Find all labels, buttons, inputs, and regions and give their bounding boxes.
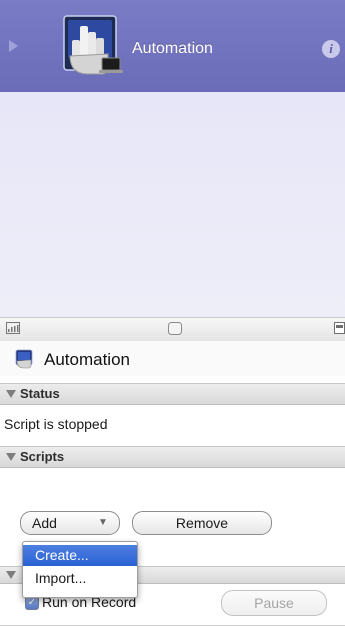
menu-item-create[interactable]: Create... [23, 545, 137, 566]
add-button-label: Add [32, 515, 57, 531]
preview-toolbar [0, 317, 345, 342]
menu-item-label: Create... [35, 547, 89, 563]
header-title: Automation [132, 40, 213, 57]
inspector-header: Automation i [0, 0, 345, 93]
status-text: Script is stopped [4, 416, 108, 432]
info-button[interactable]: i [322, 40, 340, 58]
add-popup-button[interactable]: Add ▼ [20, 511, 120, 535]
scripts-group-label: Scripts [20, 449, 65, 464]
add-dropdown-menu: Create... Import... [22, 541, 138, 598]
status-group-header[interactable]: Status [0, 383, 345, 405]
menu-item-import[interactable]: Import... [23, 568, 137, 589]
automation-small-icon [15, 349, 33, 369]
run-on-record-checkbox[interactable]: ✓ [25, 596, 39, 610]
status-group-label: Status [20, 386, 60, 401]
automation-app-icon [63, 15, 123, 75]
chevron-down-icon: ▼ [98, 517, 108, 528]
remove-button[interactable]: Remove [132, 511, 272, 535]
scripts-group-header[interactable]: Scripts [0, 446, 345, 468]
disclosure-triangle-icon[interactable] [9, 40, 18, 52]
disclosure-expanded-icon [6, 453, 16, 461]
scroller-knob-icon[interactable] [168, 322, 182, 335]
disclosure-expanded-icon [6, 390, 16, 398]
disclosure-expanded-icon [6, 571, 16, 579]
signal-bars-icon[interactable] [6, 322, 20, 334]
section-title-row: Automation [0, 341, 345, 376]
section-title: Automation [44, 350, 130, 369]
screen-layout-icon[interactable] [334, 322, 345, 334]
preview-area [0, 92, 345, 317]
divider [0, 625, 345, 626]
menu-item-label: Import... [35, 570, 87, 586]
pause-button[interactable]: Pause [221, 590, 327, 616]
